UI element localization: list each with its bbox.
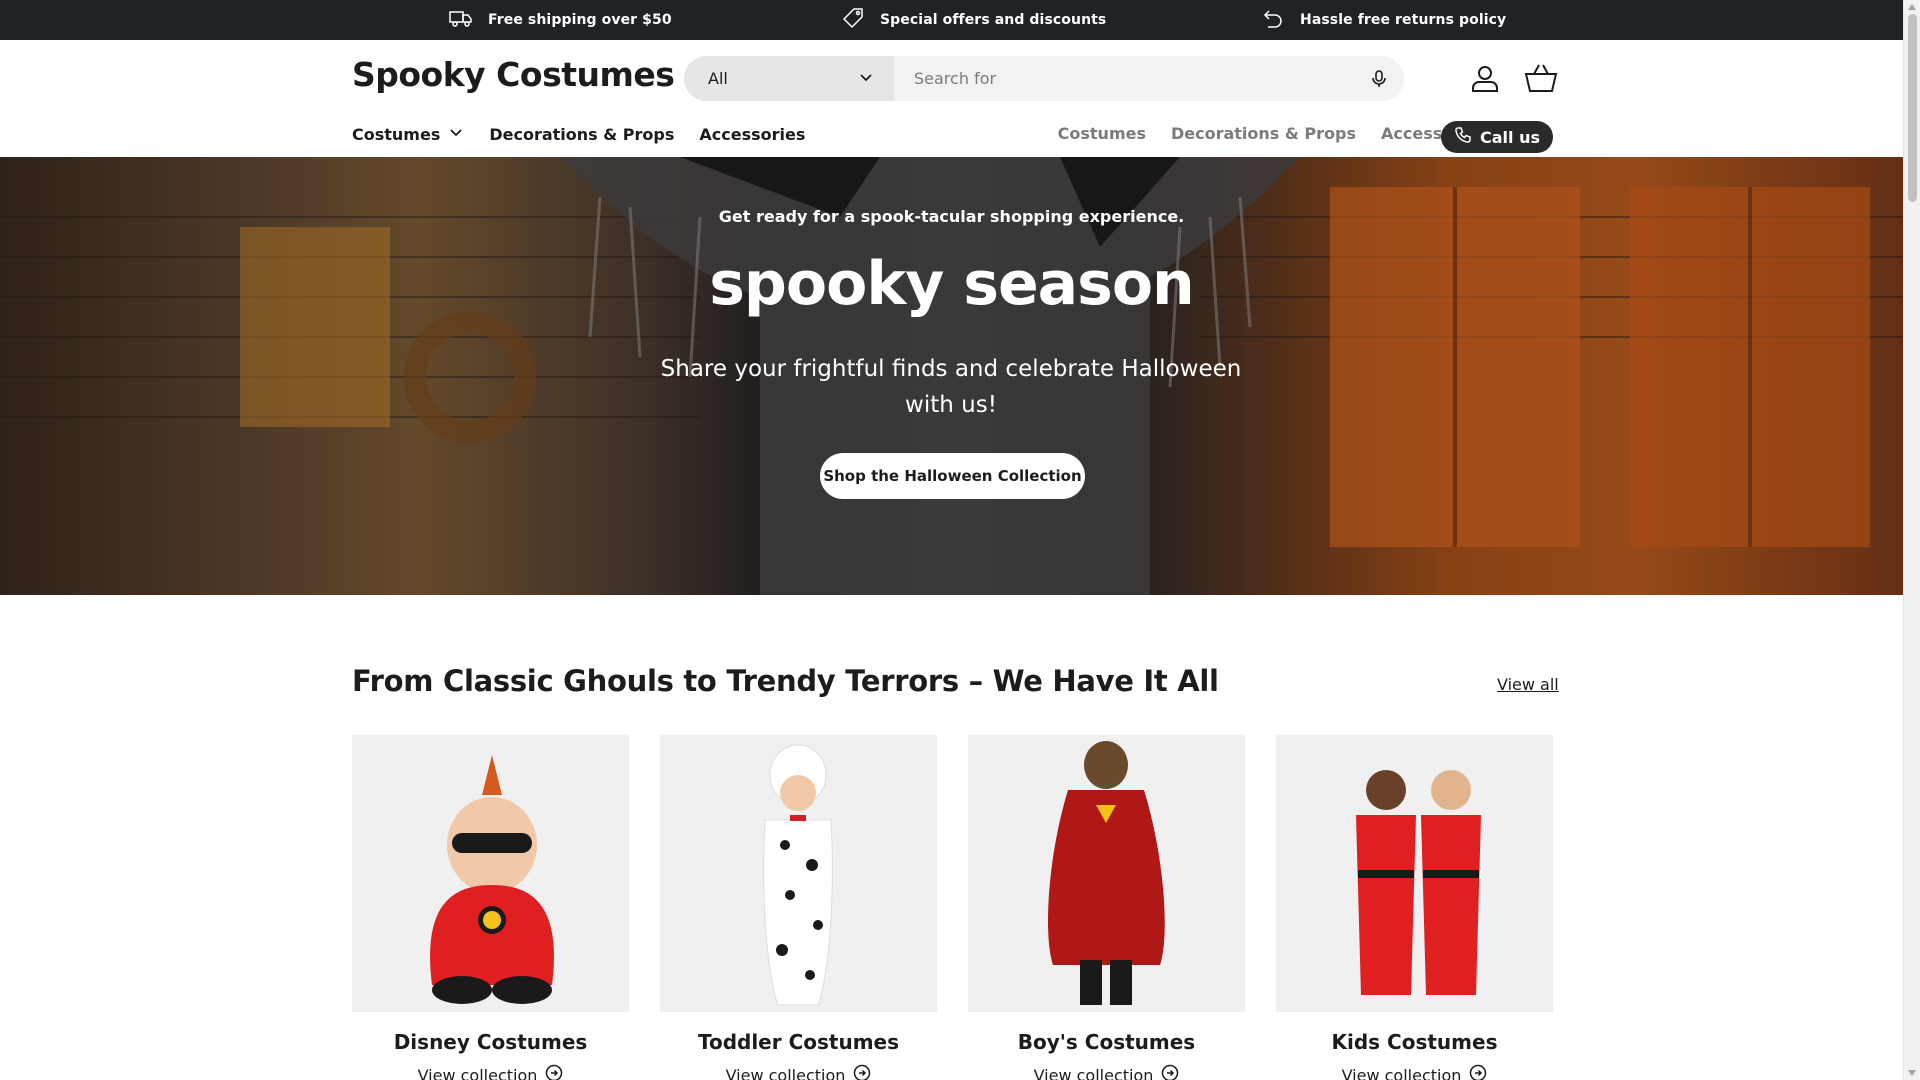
section-title: From Classic Ghouls to Trendy Terrors – … xyxy=(352,664,1219,698)
scroll-thumb[interactable] xyxy=(1908,14,1917,202)
collection-card-boys[interactable]: Boy's Costumes View collection xyxy=(968,735,1245,1080)
primary-nav: Costumes Decorations & Props Accessories xyxy=(352,124,805,144)
call-us-button[interactable]: Call us xyxy=(1441,121,1553,153)
view-collection-label: View collection xyxy=(1033,1065,1154,1080)
truck-icon xyxy=(448,5,474,35)
announcement-text: Special offers and discounts xyxy=(880,12,1107,28)
chevron-down-icon xyxy=(858,69,874,89)
search-input[interactable] xyxy=(894,56,1354,101)
chevron-down-icon xyxy=(448,124,464,144)
scroll-up-arrow-icon[interactable] xyxy=(1908,4,1916,10)
secondary-nav-decorations[interactable]: Decorations & Props xyxy=(1171,124,1356,143)
collection-title[interactable]: Disney Costumes xyxy=(352,1030,629,1054)
announcement-shipping: Free shipping over $50 xyxy=(448,0,672,40)
arrow-right-circle-icon xyxy=(853,1064,871,1080)
nav-item-accessories[interactable]: Accessories xyxy=(699,124,805,144)
nav-item-decorations[interactable]: Decorations & Props xyxy=(489,124,674,144)
collection-image[interactable] xyxy=(352,735,629,1012)
collection-card-kids[interactable]: Kids Costumes View collection xyxy=(1276,735,1553,1080)
page-scrollbar[interactable] xyxy=(1903,0,1920,1080)
view-all-link[interactable]: View all xyxy=(1497,675,1559,694)
view-collection-link[interactable]: View collection xyxy=(352,1064,629,1080)
search-category-value: All xyxy=(708,69,728,88)
site-logo[interactable]: Spooky Costumes xyxy=(352,55,675,94)
collection-card-toddler[interactable]: Toddler Costumes View collection xyxy=(660,735,937,1080)
secondary-nav: Costumes Decorations & Props Accessories xyxy=(1058,124,1487,143)
announcement-returns: Hassle free returns policy xyxy=(1260,0,1506,40)
search-category-select[interactable]: All xyxy=(684,56,894,101)
hero-banner: Get ready for a spook-tacular shopping e… xyxy=(0,157,1903,595)
collection-image[interactable] xyxy=(660,735,937,1012)
announcement-offers: Special offers and discounts xyxy=(840,0,1106,40)
account-icon[interactable] xyxy=(1467,60,1503,96)
phone-icon xyxy=(1454,126,1472,148)
collection-title[interactable]: Kids Costumes xyxy=(1276,1030,1553,1054)
collection-title[interactable]: Toddler Costumes xyxy=(660,1030,937,1054)
microphone-icon[interactable] xyxy=(1354,56,1404,101)
hero-subtitle: Share your frightful finds and celebrate… xyxy=(660,356,1242,418)
view-collection-link[interactable]: View collection xyxy=(968,1064,1245,1080)
collection-image[interactable] xyxy=(968,735,1245,1012)
tag-icon xyxy=(840,5,866,35)
view-collection-label: View collection xyxy=(1341,1065,1462,1080)
view-collection-link[interactable]: View collection xyxy=(1276,1064,1553,1080)
search-bar: All xyxy=(684,56,1404,101)
collection-title[interactable]: Boy's Costumes xyxy=(968,1030,1245,1054)
basket-icon[interactable] xyxy=(1523,60,1559,96)
scroll-down-arrow-icon[interactable] xyxy=(1908,1070,1916,1076)
collection-image[interactable] xyxy=(1276,735,1553,1012)
nav-item-label: Costumes xyxy=(352,124,441,144)
shop-halloween-button[interactable]: Shop the Halloween Collection xyxy=(820,453,1085,499)
view-collection-label: View collection xyxy=(725,1065,846,1080)
view-collection-link[interactable]: View collection xyxy=(660,1064,937,1080)
hero-eyebrow: Get ready for a spook-tacular shopping e… xyxy=(718,207,1185,226)
announcement-text: Free shipping over $50 xyxy=(488,12,672,28)
return-arrow-icon xyxy=(1260,5,1286,35)
announcement-text: Hassle free returns policy xyxy=(1300,12,1507,28)
arrow-right-circle-icon xyxy=(545,1064,563,1080)
collection-card-disney[interactable]: Disney Costumes View collection xyxy=(352,735,629,1080)
announcement-bar: Free shipping over $50 Special offers an… xyxy=(0,0,1903,40)
arrow-right-circle-icon xyxy=(1161,1064,1179,1080)
hero-title: spooky season xyxy=(709,249,1195,319)
arrow-right-circle-icon xyxy=(1469,1064,1487,1080)
secondary-nav-costumes[interactable]: Costumes xyxy=(1058,124,1146,143)
call-us-label: Call us xyxy=(1480,127,1540,147)
nav-item-costumes[interactable]: Costumes xyxy=(352,124,464,144)
view-collection-label: View collection xyxy=(417,1065,538,1080)
